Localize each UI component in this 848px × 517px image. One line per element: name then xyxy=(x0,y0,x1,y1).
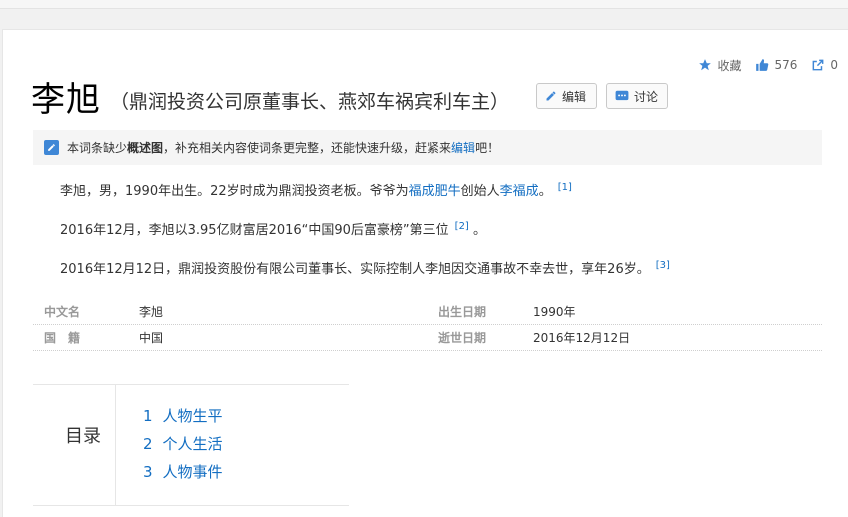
paragraph-2-text: 2016年12月，李旭以3.95亿财富居2016“中国90后富豪榜”第三位 xyxy=(60,223,449,238)
toc-item-number: 2 xyxy=(143,435,153,453)
info-key: 国 籍 xyxy=(44,331,81,345)
toc-item-life[interactable]: 1 人物生平 xyxy=(143,405,223,426)
page-subtitle: （鼎润投资公司原董事长、燕郊车祸宾利车主） xyxy=(110,91,510,113)
info-row: 国 籍 中国 逝世日期 2016年12月12日 xyxy=(33,325,822,351)
edit-notice-icon xyxy=(44,140,59,155)
toc-item-label: 人物事件 xyxy=(162,463,223,481)
pencil-icon xyxy=(546,91,556,101)
page-title: 李旭 xyxy=(31,80,101,120)
paragraph-1-text-c: 。 xyxy=(538,184,552,199)
toc-item-label: 个人生活 xyxy=(162,435,223,453)
paragraph-3-text: 2016年12月12日，鼎润投资股份有限公司董事长、实际控制人李旭因交通事故不幸… xyxy=(60,262,650,277)
notice-text-post: 吧！ xyxy=(475,141,500,155)
paragraph-1-text: 李旭，男，1990年出生。22岁时成为鼎润投资老板。爷爷为 xyxy=(60,184,409,199)
paragraph-2: 2016年12月，李旭以3.95亿财富居2016“中国90后富豪榜”第三位 [2]… xyxy=(60,219,486,238)
info-value: 中国 xyxy=(139,331,164,345)
action-bar: 收藏 576 0 xyxy=(684,56,838,74)
paragraph-3: 2016年12月12日，鼎润投资股份有限公司董事长、实际控制人李旭因交通事故不幸… xyxy=(60,258,670,277)
info-row: 中文名 李旭 出生日期 1990年 xyxy=(33,299,822,325)
star-icon xyxy=(699,59,712,71)
reference-3[interactable]: [3] xyxy=(656,260,670,271)
paragraph-1-text-b: 创始人 xyxy=(460,184,500,199)
notice-bold: 概述图 xyxy=(127,141,164,155)
basic-info-table: 中文名 李旭 出生日期 1990年 国 籍 中国 逝世日期 2016年12月12… xyxy=(33,299,822,351)
reference-2[interactable]: [2] xyxy=(455,221,469,232)
toc-item-number: 3 xyxy=(143,463,153,481)
link-li-fucheng[interactable]: 李福成 xyxy=(500,184,539,199)
toc-item-number: 1 xyxy=(143,407,153,425)
toc-item-events[interactable]: 3 人物事件 xyxy=(143,461,223,482)
info-value: 李旭 xyxy=(139,305,164,319)
thumbs-up-icon xyxy=(756,59,769,71)
toc-item-personal[interactable]: 2 个人生活 xyxy=(143,433,223,454)
info-key: 逝世日期 xyxy=(438,331,487,345)
like-button[interactable]: 576 xyxy=(755,58,797,72)
share-icon xyxy=(812,59,824,71)
notice-edit-link[interactable]: 编辑 xyxy=(451,139,475,156)
paragraph-1: 李旭，男，1990年出生。22岁时成为鼎润投资老板。爷爷为福成肥牛创始人李福成。… xyxy=(60,180,572,199)
share-count: 0 xyxy=(830,58,838,72)
favorite-button[interactable]: 收藏 xyxy=(698,57,741,74)
reference-1[interactable]: [1] xyxy=(558,182,572,193)
top-bar xyxy=(0,0,848,9)
info-value: 1990年 xyxy=(533,305,576,319)
toc-item-label: 人物生平 xyxy=(162,407,223,425)
notice-text-pre: 本词条缺少 xyxy=(67,141,128,155)
missing-summary-notice: 本词条缺少 概述图 ，补充相关内容使词条更完整，还能快速升级，赶紧来 编辑 吧！ xyxy=(33,130,822,165)
edit-button[interactable]: 编辑 xyxy=(536,83,597,109)
chat-icon xyxy=(615,90,629,101)
toc-heading: 目录 xyxy=(65,426,101,447)
paragraph-2-end: 。 xyxy=(472,223,486,238)
info-key: 出生日期 xyxy=(438,305,487,319)
share-button[interactable]: 0 xyxy=(811,58,838,72)
discuss-button[interactable]: 讨论 xyxy=(606,83,668,109)
table-of-contents: 目录 1 人物生平 2 个人生活 3 人物事件 xyxy=(33,384,349,506)
discuss-button-label: 讨论 xyxy=(634,89,659,104)
like-count: 576 xyxy=(774,58,798,72)
link-fucheng-beef[interactable]: 福成肥牛 xyxy=(409,184,461,199)
toc-sidebar: 目录 xyxy=(33,385,116,505)
notice-text-mid: ，补充相关内容使词条更完整，还能快速升级，赶紧来 xyxy=(163,141,452,155)
info-value: 2016年12月12日 xyxy=(533,331,631,345)
edit-button-label: 编辑 xyxy=(562,89,587,104)
info-key: 中文名 xyxy=(44,305,81,319)
favorite-label: 收藏 xyxy=(717,58,742,73)
